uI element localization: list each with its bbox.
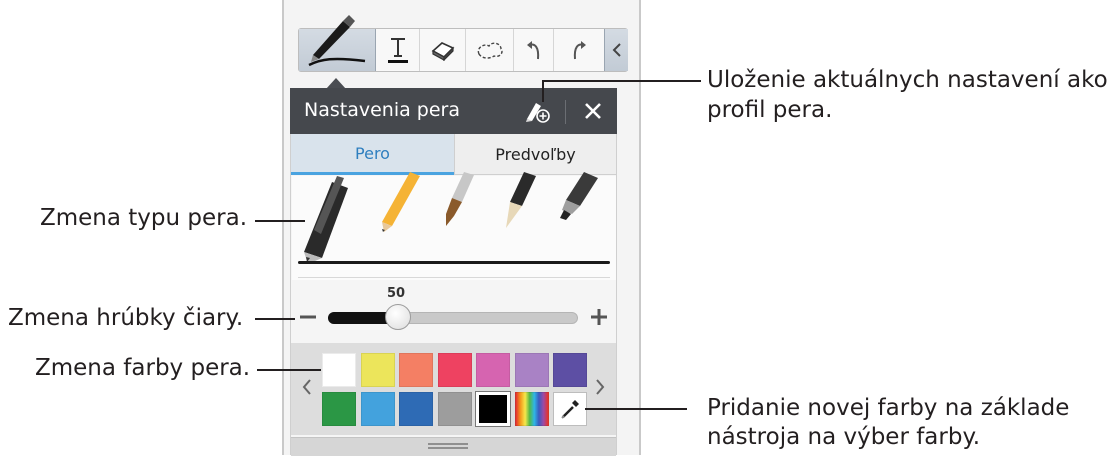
lasso-icon xyxy=(477,42,503,59)
tab-presets[interactable]: Predvoľby xyxy=(454,134,616,175)
callout-color: Zmena farby pera. xyxy=(35,355,251,381)
marker-icon[interactable] xyxy=(560,172,598,220)
text-tool-button[interactable] xyxy=(376,29,420,71)
thickness-slider-thumb[interactable] xyxy=(385,304,411,330)
thickness-value: 50 xyxy=(387,286,406,301)
callout-save-profile-line2: profil pera. xyxy=(707,97,833,123)
color-swatch[interactable] xyxy=(475,391,511,427)
panel-tabs: Pero Predvoľby xyxy=(291,134,616,175)
color-swatch[interactable] xyxy=(360,392,395,426)
panel-header: Nastavenia pera xyxy=(290,88,617,134)
color-picker-swatch[interactable] xyxy=(514,392,549,426)
color-swatch[interactable] xyxy=(360,353,395,387)
color-swatch[interactable] xyxy=(553,353,587,387)
callout-line-save-horizontal xyxy=(542,80,685,82)
eyedropper-button[interactable] xyxy=(553,392,587,426)
chevron-left-icon xyxy=(302,379,311,395)
callout-pen-type: Zmena typu pera. xyxy=(40,205,248,231)
color-swatch[interactable] xyxy=(514,353,549,387)
callout-line-pen-type xyxy=(255,220,305,222)
minus-icon xyxy=(300,315,316,319)
eraser-icon xyxy=(431,42,454,61)
chevron-right-icon xyxy=(596,379,605,395)
save-profile-icon xyxy=(526,103,550,123)
undo-button[interactable] xyxy=(514,29,554,71)
color-swatch[interactable] xyxy=(399,392,433,426)
decrease-thickness-button[interactable] xyxy=(297,306,319,328)
color-swatch[interactable] xyxy=(437,392,472,426)
plus-icon xyxy=(591,309,607,325)
text-icon xyxy=(387,38,408,63)
increase-thickness-button[interactable] xyxy=(588,306,610,328)
callout-thickness: Zmena hrúbky čiary. xyxy=(8,305,244,331)
eraser-tool-button[interactable] xyxy=(420,29,466,71)
drawing-toolbar xyxy=(298,15,628,72)
ballpoint-pen-icon[interactable] xyxy=(304,176,348,264)
color-swatch[interactable] xyxy=(437,353,472,387)
callout-add-color-line2: nástroja na výber farby. xyxy=(707,424,981,450)
save-pen-profile-button[interactable] xyxy=(520,96,554,126)
color-swatch[interactable] xyxy=(399,353,433,387)
color-swatch[interactable] xyxy=(322,353,356,387)
stroke-preview xyxy=(298,261,610,264)
chevron-left-icon xyxy=(612,43,621,57)
divider xyxy=(298,277,610,278)
palette-prev-button[interactable] xyxy=(298,375,316,399)
header-separator xyxy=(565,100,566,124)
collapse-toolbar-button[interactable] xyxy=(604,29,628,71)
eyedropper-icon xyxy=(561,400,579,419)
pen-tool-button[interactable] xyxy=(299,15,376,71)
brush-icon[interactable] xyxy=(446,172,474,226)
callout-line-save-vertical xyxy=(542,80,544,102)
selection-tool-button[interactable] xyxy=(466,29,514,71)
panel-title: Nastavenia pera xyxy=(304,99,460,121)
pen-type-row xyxy=(304,172,598,264)
pen-icon xyxy=(308,15,366,67)
color-swatch[interactable] xyxy=(322,392,356,426)
fountain-pen-icon[interactable] xyxy=(506,172,536,228)
callout-save-profile-line1: Uloženie aktuálnych nastavení ako xyxy=(707,67,1108,93)
palette-next-button[interactable] xyxy=(591,375,609,399)
undo-icon xyxy=(526,41,539,60)
callout-line-thickness xyxy=(255,318,295,320)
callout-line-save xyxy=(683,80,701,82)
tab-pen[interactable]: Pero xyxy=(291,134,454,175)
redo-icon xyxy=(573,41,586,60)
close-button[interactable] xyxy=(578,96,608,126)
callout-add-color-line1: Pridanie novej farby na základe xyxy=(707,395,1070,421)
pencil-icon[interactable] xyxy=(382,172,420,232)
callout-line-add-color xyxy=(585,408,687,410)
close-icon xyxy=(585,103,601,119)
drag-handle[interactable] xyxy=(428,443,468,449)
callout-line-color xyxy=(257,369,321,371)
color-swatch[interactable] xyxy=(476,353,510,387)
redo-button[interactable] xyxy=(554,29,604,71)
